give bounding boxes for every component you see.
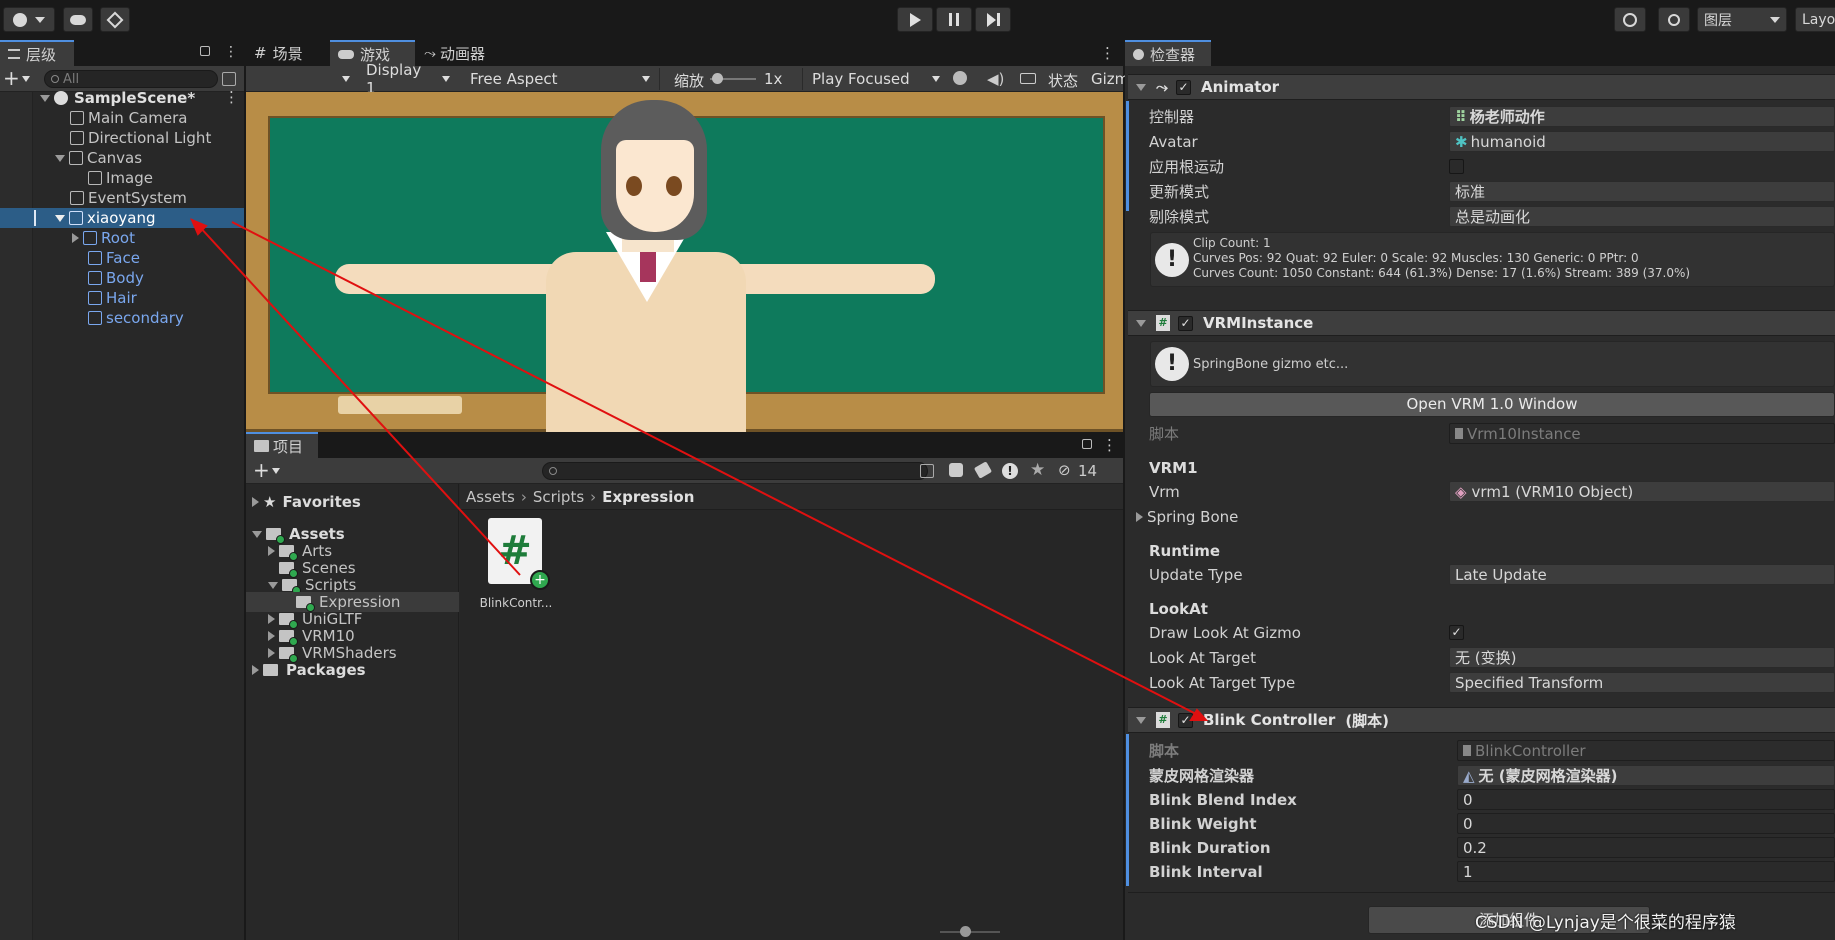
unity-editor: 图层 Layo 层级 ⋮ + All SampleScene* ⋮ Main C… (0, 0, 1835, 940)
arrow-line-script-to-object (197, 224, 521, 576)
arrow-line-object-to-component (231, 221, 1201, 717)
watermark: CSDN @Lynjay是个很菜的程序猿 (1475, 913, 1736, 933)
annotation-arrows (190, 218, 1209, 721)
